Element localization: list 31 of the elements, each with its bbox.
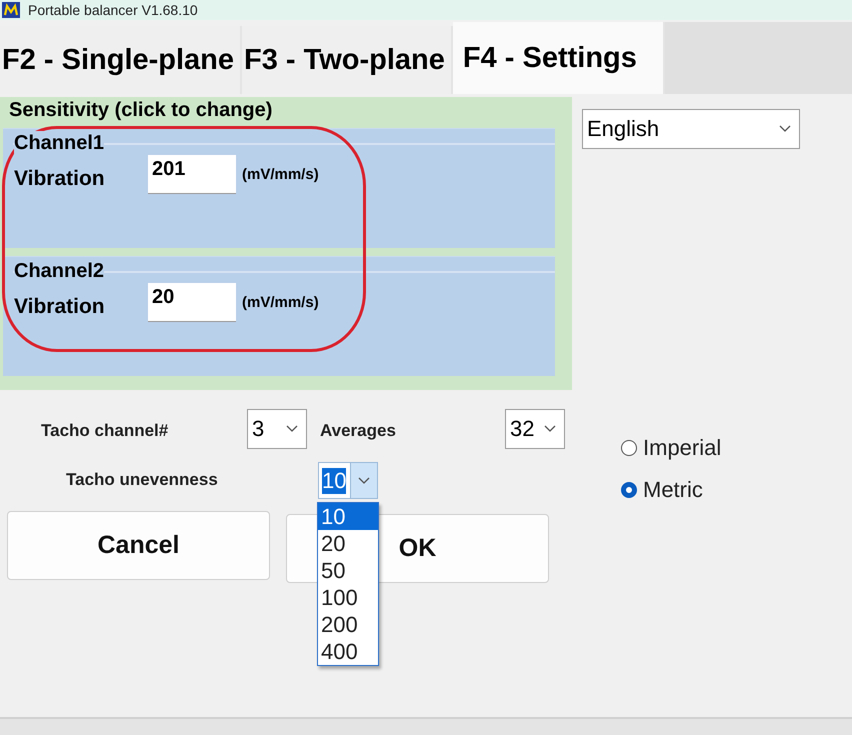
dialog-button[interactable]: Cancel: [7, 511, 270, 580]
unit-label: (mV/mm/s): [242, 294, 319, 311]
field-label: Vibration: [14, 166, 106, 190]
field-label: Tacho channel#: [41, 421, 170, 441]
panel-title: Sensitivity (click to change): [8, 98, 274, 123]
chevron-icon: [544, 425, 556, 433]
radio-option[interactable]: Imperial: [621, 435, 722, 461]
chevron-icon: [779, 125, 791, 133]
dropdown-option[interactable]: 100: [318, 584, 378, 611]
radio-option[interactable]: Metric: [621, 477, 722, 503]
dropdown-option[interactable]: 50: [318, 557, 378, 584]
tacho-channel-dropdown[interactable]: 3: [247, 409, 307, 449]
channel-name: Channel1: [14, 131, 104, 155]
dropdown-option[interactable]: 400: [318, 638, 378, 665]
window-title: Portable balancer V1.68.10: [28, 2, 198, 18]
dropdown-option[interactable]: 20: [318, 530, 378, 557]
field-label: Averages: [320, 421, 397, 441]
sensitivity-field[interactable]: 20: [148, 283, 236, 322]
language-dropdown[interactable]: English: [582, 109, 800, 149]
tacho-unevenness-dropdown[interactable]: 10: [318, 462, 378, 499]
chevron-icon: [358, 476, 370, 484]
dropdown-option[interactable]: 10: [318, 503, 378, 530]
sensitivity-field[interactable]: 201: [148, 155, 236, 194]
dropdown-option[interactable]: 200: [318, 611, 378, 638]
chevron-icon: [286, 425, 298, 433]
tab[interactable]: F4 - Settings: [452, 22, 665, 94]
averages-dropdown[interactable]: 32: [505, 409, 565, 449]
logo-icon: [2, 2, 20, 18]
field-label: Vibration: [14, 294, 106, 318]
unit-label: (mV/mm/s): [242, 166, 319, 183]
field-label: Tacho unevenness: [66, 470, 219, 490]
